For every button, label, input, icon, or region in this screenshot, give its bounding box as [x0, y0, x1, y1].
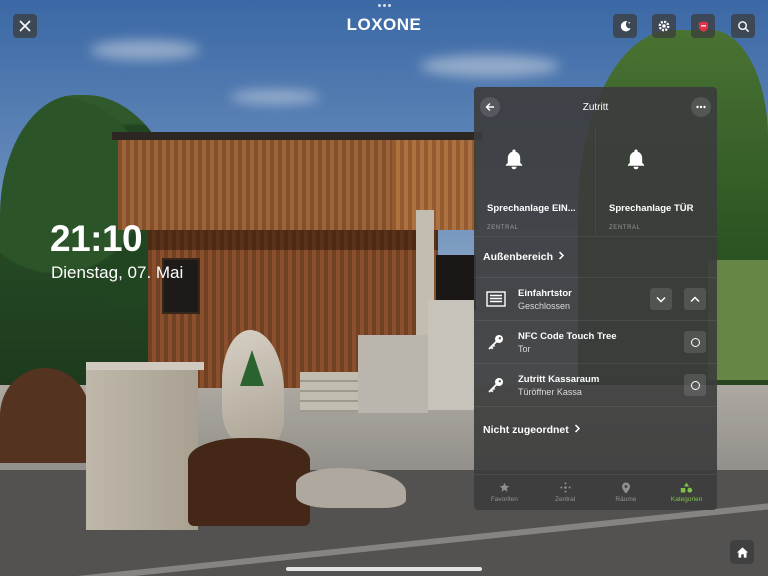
row-status: Tor [518, 343, 531, 354]
row-status: Geschlossen [518, 300, 571, 311]
gate-open-button[interactable] [684, 288, 706, 310]
tile-name: Sprechanlage EIN... [487, 203, 576, 214]
moon-icon [620, 20, 631, 31]
bell-icon [505, 149, 523, 170]
tab-favorites[interactable]: Favoriten [474, 475, 535, 510]
chevron-up-icon [690, 295, 700, 302]
tab-central[interactable]: Zentral [535, 475, 596, 510]
tile-intercom-door[interactable]: Sprechanlage TÜR ZENTRAL [595, 127, 717, 236]
shield-icon [698, 20, 708, 32]
row-name: Einfahrtstor [518, 287, 572, 299]
tab-categories[interactable]: Kategorien [656, 475, 717, 510]
row-status: Türöffner Kassa [518, 386, 582, 397]
search-icon [737, 20, 749, 32]
search-button[interactable] [731, 14, 755, 38]
clock-date: Dienstag, 07. Mai [51, 263, 184, 282]
home-indicator[interactable] [286, 567, 482, 571]
panel-title: Zutritt [582, 101, 609, 113]
circle-icon [690, 337, 700, 347]
cash-room-action-button[interactable] [684, 374, 706, 396]
circle-icon [690, 380, 700, 390]
category-panel: Zutritt Sprechanlage EIN... ZENTRAL Spre… [474, 87, 717, 510]
tab-label: Kategorien [670, 496, 703, 503]
tab-bar: Favoriten Zentral Räume Kategorien [474, 474, 717, 510]
tile-tag: ZENTRAL [487, 225, 519, 231]
tab-label: Räume [615, 496, 637, 503]
section-outdoor[interactable]: Außenbereich [474, 237, 717, 277]
back-button[interactable] [480, 97, 500, 117]
section-outdoor-label: Außenbereich [483, 251, 554, 263]
security-button[interactable] [691, 14, 715, 38]
chevron-right-icon [574, 423, 581, 436]
star-icon [499, 482, 510, 492]
row-name: Zutritt Kassaraum [518, 373, 600, 385]
tab-label: Favoriten [490, 496, 518, 503]
tile-name: Sprechanlage TÜR [609, 203, 694, 214]
key-icon [488, 378, 503, 393]
multitask-dots[interactable] [378, 4, 391, 7]
categories-icon [680, 482, 693, 493]
chevron-right-icon [558, 251, 565, 263]
row-nfc-code-touch[interactable]: NFC Code Touch Tree Tor [474, 320, 717, 363]
key-icon [488, 335, 503, 350]
tile-tag: ZENTRAL [609, 225, 641, 231]
settings-button[interactable] [652, 14, 676, 38]
tab-label: Zentral [555, 496, 576, 503]
more-button[interactable] [691, 97, 711, 117]
more-icon [696, 105, 706, 109]
bell-icon [627, 149, 645, 170]
row-cash-room-access[interactable]: Zutritt Kassaraum Türöffner Kassa [474, 363, 717, 406]
home-button[interactable] [730, 540, 754, 564]
arrow-left-icon [485, 103, 494, 111]
tile-intercom-entrance[interactable]: Sprechanlage EIN... ZENTRAL [474, 127, 595, 236]
night-mode-button[interactable] [613, 14, 637, 38]
section-unassigned-label: Nicht zugeordnet [483, 423, 569, 436]
location-icon [621, 482, 630, 493]
tab-rooms[interactable]: Räume [596, 475, 657, 510]
gate-icon [486, 291, 506, 307]
panel-header: Zutritt [474, 87, 717, 127]
nfc-action-button[interactable] [684, 331, 706, 353]
gear-icon [658, 20, 670, 32]
gate-close-button[interactable] [650, 288, 672, 310]
row-name: NFC Code Touch Tree [518, 330, 617, 342]
clock-time: 21:10 [50, 218, 143, 259]
intercom-tiles: Sprechanlage EIN... ZENTRAL Sprechanlage… [474, 127, 717, 237]
chevron-down-icon [656, 296, 666, 303]
row-driveway-gate[interactable]: Einfahrtstor Geschlossen [474, 277, 717, 320]
section-unassigned[interactable]: Nicht zugeordnet [474, 406, 717, 452]
home-icon [736, 546, 748, 558]
central-icon [559, 482, 571, 493]
